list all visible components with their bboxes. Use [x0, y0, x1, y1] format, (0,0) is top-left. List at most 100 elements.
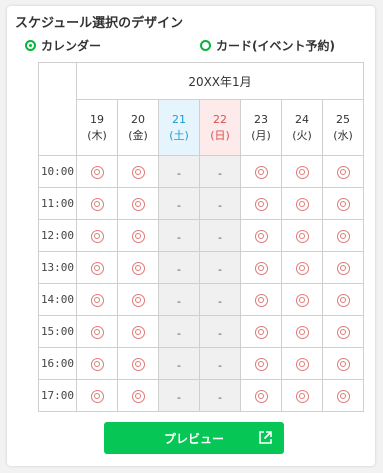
unavailable-dash: -	[218, 327, 222, 340]
slot-unavailable: -	[158, 187, 200, 220]
unavailable-dash: -	[177, 327, 181, 340]
slot-available[interactable]	[76, 315, 118, 348]
day-header: 19 (木)	[76, 99, 118, 156]
unavailable-dash: -	[218, 263, 222, 276]
slot-available[interactable]	[76, 219, 118, 252]
day-weekday: (火)	[292, 128, 312, 142]
day-weekday: (日)	[210, 128, 230, 142]
unavailable-dash: -	[177, 359, 181, 372]
available-double-circle-icon	[295, 390, 309, 403]
available-double-circle-icon	[254, 326, 268, 339]
slot-available[interactable]	[281, 283, 323, 316]
slot-available[interactable]	[281, 251, 323, 284]
slot-available[interactable]	[322, 347, 364, 380]
slot-available[interactable]	[117, 155, 159, 188]
slot-available[interactable]	[322, 315, 364, 348]
available-double-circle-icon	[336, 390, 350, 403]
unavailable-dash: -	[218, 231, 222, 244]
time-row: 13:00 - -	[38, 251, 364, 284]
time-label: 12:00	[38, 219, 77, 252]
slot-available[interactable]	[117, 315, 159, 348]
available-double-circle-icon	[90, 230, 104, 243]
slot-available[interactable]	[240, 155, 282, 188]
slot-available[interactable]	[117, 379, 159, 412]
available-double-circle-icon	[254, 390, 268, 403]
time-row: 15:00 - -	[38, 315, 364, 348]
slot-unavailable: -	[158, 379, 200, 412]
slot-available[interactable]	[322, 283, 364, 316]
available-double-circle-icon	[131, 262, 145, 275]
slot-available[interactable]	[240, 219, 282, 252]
slot-available[interactable]	[240, 379, 282, 412]
available-double-circle-icon	[90, 294, 104, 307]
preview-button[interactable]: プレビュー	[104, 422, 284, 454]
radio-calendar[interactable]: カレンダー	[25, 37, 101, 54]
unavailable-dash: -	[177, 295, 181, 308]
available-double-circle-icon	[131, 294, 145, 307]
slot-available[interactable]	[117, 187, 159, 220]
slot-available[interactable]	[76, 155, 118, 188]
slot-available[interactable]	[117, 283, 159, 316]
slot-available[interactable]	[240, 251, 282, 284]
slot-available[interactable]	[76, 251, 118, 284]
slot-available[interactable]	[322, 187, 364, 220]
slot-available[interactable]	[76, 347, 118, 380]
day-weekday: (水)	[333, 128, 353, 142]
day-number: 22	[213, 112, 227, 126]
time-label: 17:00	[38, 379, 77, 412]
slot-available[interactable]	[117, 347, 159, 380]
slot-available[interactable]	[76, 187, 118, 220]
day-header: 22 (日)	[199, 99, 241, 156]
slot-available[interactable]	[281, 187, 323, 220]
day-header: 24 (火)	[281, 99, 323, 156]
time-row: 17:00 - -	[38, 379, 364, 412]
slot-available[interactable]	[240, 347, 282, 380]
radio-card-event[interactable]: カード(イベント予約)	[200, 37, 335, 54]
available-double-circle-icon	[336, 294, 350, 307]
available-double-circle-icon	[336, 198, 350, 211]
slot-available[interactable]	[322, 155, 364, 188]
available-double-circle-icon	[90, 358, 104, 371]
available-double-circle-icon	[295, 326, 309, 339]
available-double-circle-icon	[254, 166, 268, 179]
slot-available[interactable]	[281, 315, 323, 348]
available-double-circle-icon	[131, 390, 145, 403]
slot-available[interactable]	[281, 347, 323, 380]
slot-available[interactable]	[281, 379, 323, 412]
unavailable-dash: -	[177, 263, 181, 276]
slot-available[interactable]	[76, 283, 118, 316]
slot-available[interactable]	[281, 219, 323, 252]
slot-available[interactable]	[322, 379, 364, 412]
slot-available[interactable]	[240, 187, 282, 220]
available-double-circle-icon	[131, 198, 145, 211]
slot-available[interactable]	[322, 219, 364, 252]
schedule-design-panel: スケジュール選択のデザイン カレンダー カード(イベント予約) 20XX年1月 …	[7, 6, 375, 466]
unavailable-dash: -	[218, 295, 222, 308]
available-double-circle-icon	[336, 230, 350, 243]
available-double-circle-icon	[90, 326, 104, 339]
slot-available[interactable]	[117, 219, 159, 252]
slot-unavailable: -	[158, 283, 200, 316]
unavailable-dash: -	[218, 199, 222, 212]
slot-available[interactable]	[281, 155, 323, 188]
slot-available[interactable]	[117, 251, 159, 284]
slot-unavailable: -	[199, 219, 241, 252]
day-number: 20	[131, 112, 145, 126]
slot-available[interactable]	[322, 251, 364, 284]
available-double-circle-icon	[295, 294, 309, 307]
available-double-circle-icon	[295, 262, 309, 275]
slot-unavailable: -	[158, 251, 200, 284]
slot-available[interactable]	[240, 315, 282, 348]
slot-unavailable: -	[158, 347, 200, 380]
time-label: 16:00	[38, 347, 77, 380]
slot-available[interactable]	[76, 379, 118, 412]
available-double-circle-icon	[336, 326, 350, 339]
time-row: 12:00 - -	[38, 219, 364, 252]
available-double-circle-icon	[254, 198, 268, 211]
time-label: 15:00	[38, 315, 77, 348]
unavailable-dash: -	[177, 167, 181, 180]
table-corner-cell	[38, 62, 77, 156]
available-double-circle-icon	[295, 358, 309, 371]
slot-available[interactable]	[240, 283, 282, 316]
day-number: 21	[172, 112, 186, 126]
